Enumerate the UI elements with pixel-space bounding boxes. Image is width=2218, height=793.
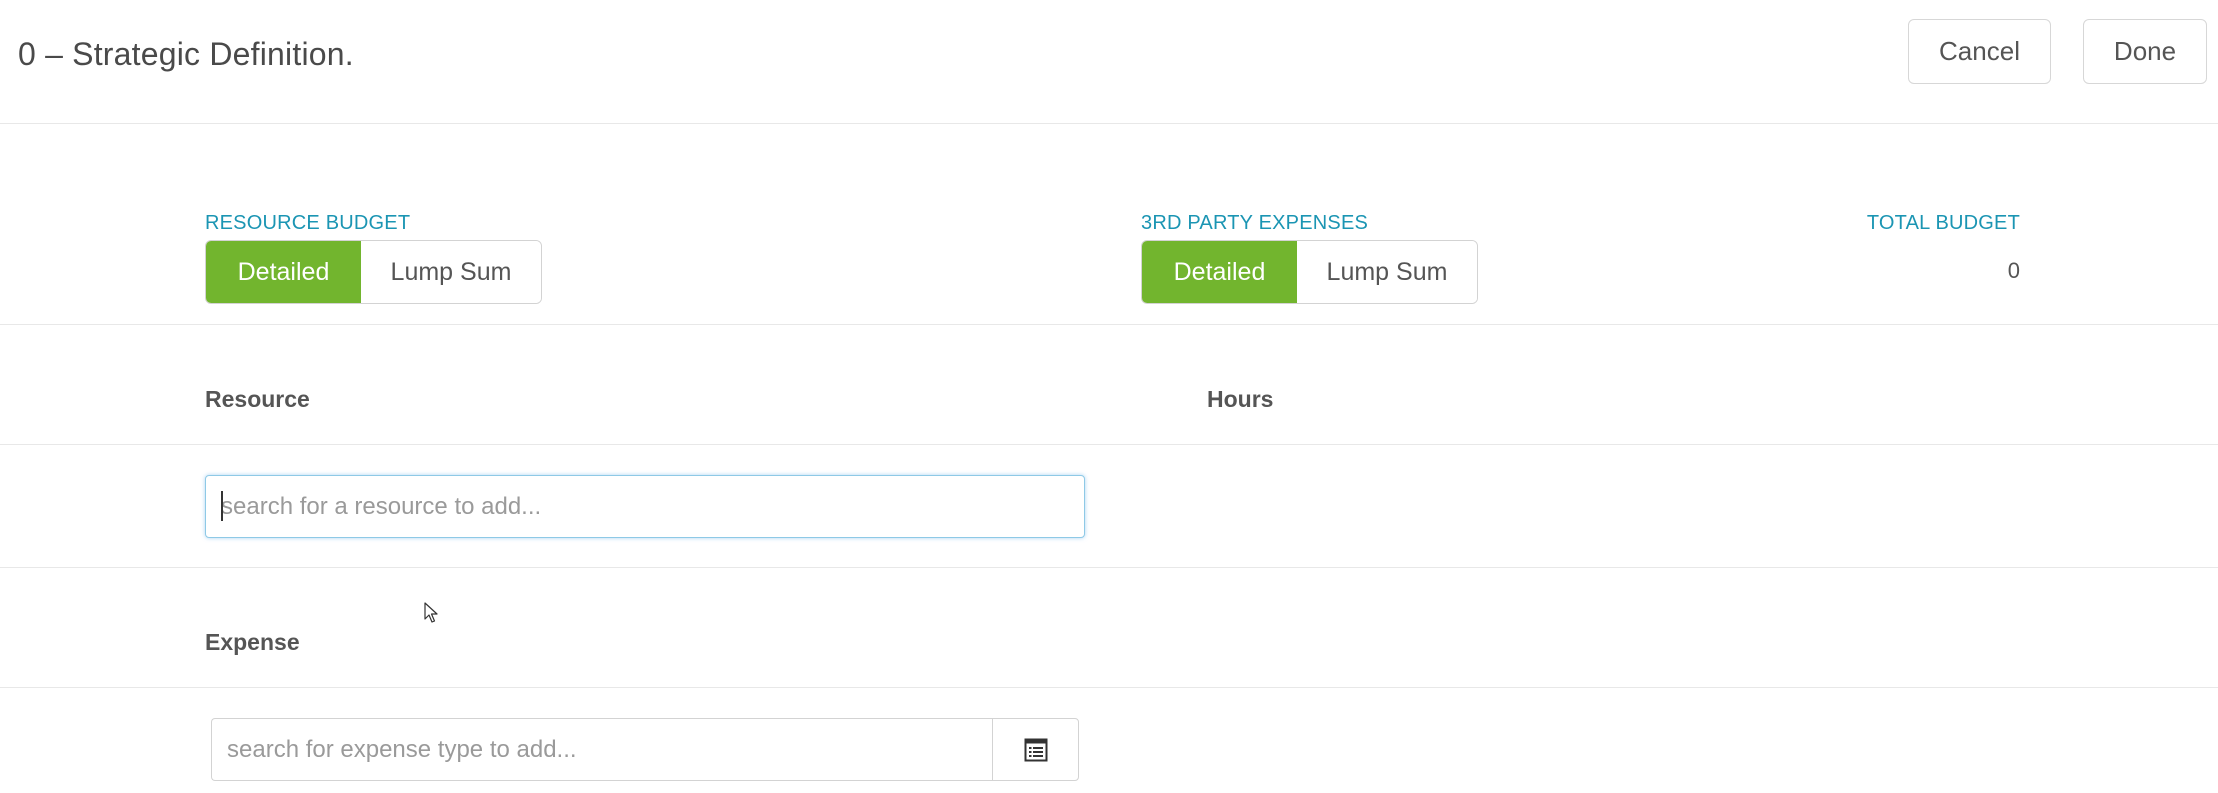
cancel-button[interactable]: Cancel [1908,19,2051,84]
text-caret [221,491,223,521]
resource-search-input[interactable] [205,475,1085,538]
mouse-cursor-icon [424,602,438,623]
resource-budget-lump-sum-option[interactable]: Lump Sum [361,241,541,303]
budget-editor-page: 0 – Strategic Definition. Cancel Done RE… [0,0,2218,793]
budget-divider [0,324,2218,325]
expense-list-button[interactable] [992,718,1079,781]
resource-budget-toggle: Detailed Lump Sum [205,240,542,304]
expense-search-input[interactable] [211,718,992,781]
expense-column-header: Expense [205,629,300,655]
done-button[interactable]: Done [2083,19,2207,84]
header-divider [0,123,2218,124]
third-party-expenses-label: 3RD PARTY EXPENSES [1141,212,1369,234]
expense-search-group [211,718,1079,781]
third-party-detailed-option[interactable]: Detailed [1142,241,1297,303]
resource-header-divider [0,444,2218,445]
hours-column-header: Hours [1207,386,1274,412]
resource-budget-label: RESOURCE BUDGET [205,212,411,234]
list-icon [1024,738,1047,761]
page-title: 0 – Strategic Definition. [18,36,354,72]
total-budget-value: 0 [2007,258,2020,283]
resource-budget-detailed-option[interactable]: Detailed [206,241,361,303]
expense-header-divider [0,687,2218,688]
resource-column-header: Resource [205,386,310,412]
resource-divider [0,567,2218,568]
third-party-expenses-toggle: Detailed Lump Sum [1141,240,1478,304]
total-budget-label: TOTAL BUDGET [1866,212,2020,234]
third-party-lump-sum-option[interactable]: Lump Sum [1297,241,1477,303]
